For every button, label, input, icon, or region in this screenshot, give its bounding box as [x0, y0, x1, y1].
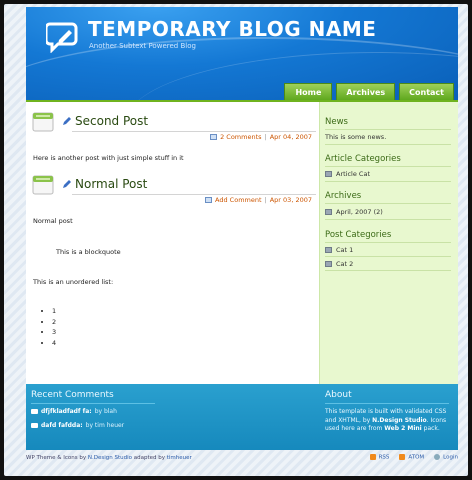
credit-ndesign-link[interactable]: N.Design Studio [88, 455, 132, 461]
comment-author: by blah [94, 408, 117, 415]
recent-comments-rule [31, 403, 155, 404]
nav-home[interactable]: Home [284, 83, 333, 100]
login-link[interactable]: Login [434, 454, 458, 461]
post-title-rule [72, 194, 316, 195]
unordered-list: 1 2 3 4 [52, 306, 56, 348]
post-body-text: Normal post [33, 217, 73, 225]
nav-archives[interactable]: Archives [336, 83, 396, 100]
atom-icon [399, 454, 406, 461]
recent-comment-item[interactable]: dfjfkladfadf fa: by blah [31, 408, 155, 415]
recent-comments-heading: Recent Comments [31, 390, 114, 400]
blog-page: TEMPORARY BLOG NAME Another Subtext Powe… [26, 7, 458, 450]
atom-link[interactable]: ATOM [399, 454, 424, 461]
article-categories-heading: Article Categories [325, 154, 401, 164]
post-category-label[interactable]: Cat 2 [336, 260, 353, 268]
article-categories-bottom-rule [325, 181, 451, 182]
post-meta: 2 Comments | Apr 04, 2007 [210, 133, 312, 141]
post-meta: Add Comment | Apr 03, 2007 [205, 196, 312, 204]
post-title-rule [72, 131, 316, 132]
post-title[interactable]: Normal Post [75, 177, 147, 191]
recent-comments: Recent Comments dfjfkladfadf fa: by blah… [31, 390, 155, 436]
comment-text[interactable]: dafd fafdda: [41, 422, 83, 429]
list-intro: This is an unordered list: [33, 278, 114, 286]
archive-item[interactable]: April, 2007 (2) [325, 208, 383, 216]
post-date: Apr 04, 2007 [269, 133, 312, 141]
blog-title[interactable]: TEMPORARY BLOG NAME [88, 17, 376, 41]
about-text: This template is built with validated CS… [325, 408, 447, 432]
post-category-divider [325, 256, 451, 257]
nav-contact[interactable]: Contact [399, 83, 454, 100]
list-item: 3 [52, 327, 56, 338]
blog-header: TEMPORARY BLOG NAME Another Subtext Powe… [26, 7, 458, 100]
comment-bubble-icon [210, 133, 218, 140]
archives-rule [325, 203, 451, 204]
about-link-web2mini[interactable]: Web 2 Mini [384, 425, 421, 432]
pencil-icon [63, 179, 71, 188]
about-rule [325, 403, 449, 404]
blog-subtitle: Another Subtext Powered Blog [89, 42, 196, 50]
calendar-icon [32, 175, 54, 195]
recent-comment-item[interactable]: dafd fafdda: by tim heuer [31, 422, 155, 429]
blockquote: This is a blockquote [56, 248, 121, 256]
post-category-item[interactable]: Cat 2 [325, 260, 353, 268]
comment-icon [31, 423, 38, 428]
footer: Recent Comments dfjfkladfadf fa: by blah… [26, 384, 458, 450]
article-categories-rule [325, 166, 451, 167]
post-second: Second Post 2 Comments | Apr 04, 2007 He… [32, 112, 316, 172]
theme-credit: WP Theme & Icons by N.Design Studio adap… [26, 454, 192, 461]
article-category-label[interactable]: Article Cat [336, 170, 370, 178]
comment-author: by tim heuer [85, 422, 125, 429]
feed-links: RSS ATOM Login [369, 454, 458, 461]
about-section: About This template is built with valida… [325, 390, 457, 434]
chat-pencil-icon[interactable] [46, 19, 80, 53]
comment-icon [31, 409, 38, 414]
login-icon [434, 454, 441, 461]
post-categories-heading: Post Categories [325, 230, 392, 240]
list-item: 1 [52, 306, 56, 317]
sidebar: News This is some news. Article Categori… [319, 102, 458, 384]
main-content: Second Post 2 Comments | Apr 04, 2007 He… [26, 102, 319, 384]
post-date: Apr 03, 2007 [269, 196, 312, 204]
post-title[interactable]: Second Post [75, 114, 148, 128]
post-category-label[interactable]: Cat 1 [336, 246, 353, 254]
news-text: This is some news. [325, 133, 387, 141]
archives-bottom-rule [325, 219, 451, 220]
post-title-row: Normal Post [62, 177, 147, 191]
article-category-item[interactable]: Article Cat [325, 170, 370, 178]
news-heading: News [325, 117, 348, 127]
comment-bubble-icon [205, 196, 213, 203]
post-categories-rule [325, 242, 451, 243]
rss-icon [369, 454, 376, 461]
credit-timheuer-link[interactable]: timheuer [167, 455, 192, 461]
post-body: Here is another post with just simple st… [33, 154, 184, 162]
news-rule [325, 129, 451, 130]
news-bottom-rule [325, 144, 451, 145]
folder-icon [325, 247, 332, 253]
add-comment-link[interactable]: Add Comment [215, 196, 262, 204]
main-nav: Home Archives Contact [284, 83, 454, 100]
post-title-row: Second Post [62, 114, 148, 128]
list-item: 4 [52, 338, 56, 349]
meta-separator: | [264, 196, 267, 204]
comments-link[interactable]: 2 Comments [220, 133, 261, 141]
comment-text[interactable]: dfjfkladfadf fa: [41, 408, 92, 415]
bottom-bar: WP Theme & Icons by N.Design Studio adap… [26, 451, 458, 464]
list-item: 2 [52, 317, 56, 328]
folder-icon [325, 261, 332, 267]
about-link-ndesign[interactable]: N.Design Studio [372, 417, 427, 424]
pencil-icon [63, 116, 71, 125]
post-categories-bottom-rule [325, 270, 451, 271]
post-category-item[interactable]: Cat 1 [325, 246, 353, 254]
folder-icon [325, 209, 332, 215]
archive-label[interactable]: April, 2007 (2) [336, 208, 383, 216]
post-normal: Normal Post Add Comment | Apr 03, 2007 N… [32, 175, 316, 375]
meta-separator: | [264, 133, 267, 141]
rss-link[interactable]: RSS [369, 454, 389, 461]
calendar-icon [32, 112, 54, 132]
about-heading: About [325, 390, 352, 400]
folder-icon [325, 171, 332, 177]
archives-heading: Archives [325, 191, 362, 201]
